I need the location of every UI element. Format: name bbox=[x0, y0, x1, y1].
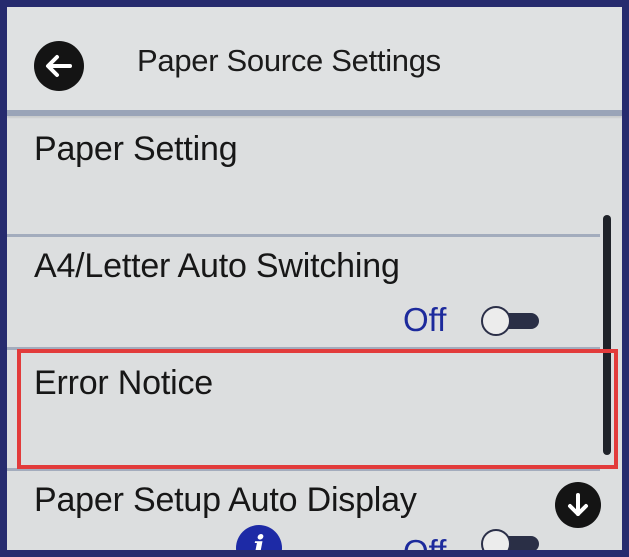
menu-item-label: Paper Setup Auto Display bbox=[34, 481, 417, 519]
page-title: Paper Source Settings bbox=[137, 43, 441, 78]
menu-item-a4-letter-auto-switching[interactable]: A4/Letter Auto Switching Off bbox=[7, 237, 622, 347]
menu-item-paper-setup-auto-display[interactable]: Paper Setup Auto Display Off bbox=[7, 471, 622, 557]
menu-item-label: Error Notice bbox=[34, 364, 213, 402]
arrow-down-icon bbox=[568, 493, 588, 516]
toggle-knob bbox=[481, 529, 511, 550]
toggle-switch[interactable] bbox=[481, 306, 543, 336]
toggle-knob bbox=[481, 306, 511, 336]
scrollbar[interactable] bbox=[603, 215, 611, 455]
status-value: Off bbox=[403, 301, 447, 338]
toggle-switch[interactable] bbox=[481, 529, 543, 550]
scroll-down-button[interactable] bbox=[555, 482, 601, 528]
menu-item-error-notice[interactable]: Error Notice bbox=[7, 350, 622, 468]
header-bar: Paper Source Settings bbox=[7, 7, 622, 110]
menu-item-label: A4/Letter Auto Switching bbox=[34, 247, 400, 285]
menu-item-paper-setting[interactable]: Paper Setting bbox=[7, 116, 622, 234]
menu-item-label: Paper Setting bbox=[34, 130, 238, 168]
device-frame: Paper Source Settings Paper Setting A4/L… bbox=[0, 0, 629, 557]
panel-screen: Paper Source Settings Paper Setting A4/L… bbox=[7, 7, 622, 550]
status-value: Off bbox=[403, 533, 447, 557]
